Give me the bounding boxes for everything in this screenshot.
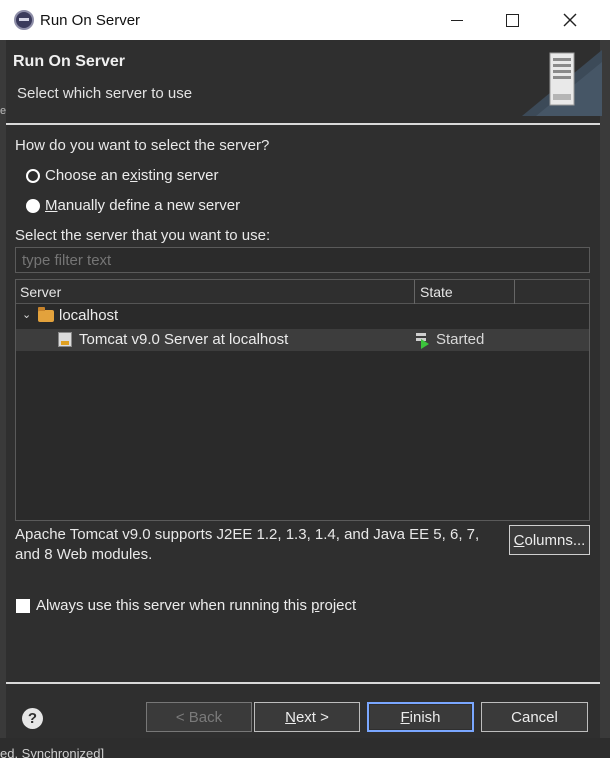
table-row-tomcat[interactable]: Tomcat v9.0 Server at localhost Started <box>16 329 589 351</box>
table-header: Server State <box>16 280 589 304</box>
always-use-checkbox-row[interactable]: Always use this server when running this… <box>16 597 356 614</box>
next-button-label: Next > <box>285 708 329 726</box>
maximize-icon <box>505 13 519 27</box>
window-titlebar[interactable]: Run On Server <box>0 0 610 40</box>
server-description: Apache Tomcat v9.0 supports J2EE 1.2, 1.… <box>15 526 480 563</box>
radio-new-server[interactable]: Manually define a new server <box>26 197 240 214</box>
column-divider[interactable] <box>514 280 515 304</box>
finish-button-label: Finish <box>400 708 441 726</box>
next-button[interactable]: Next > <box>254 702 360 732</box>
always-use-checkbox[interactable] <box>16 598 30 613</box>
help-icon[interactable]: ? <box>22 708 43 729</box>
server-table[interactable]: Server State ⌄ localhost Tomcat v9.0 Ser… <box>15 279 590 521</box>
banner-title: Run On Server <box>13 53 126 70</box>
started-state-icon <box>416 332 429 349</box>
radio-new-label: Manually define a new server <box>45 197 241 214</box>
close-icon <box>563 13 577 27</box>
cancel-button[interactable]: Cancel <box>481 702 588 732</box>
radio-existing-label: Choose an existing server <box>45 167 219 184</box>
radio-button-selected[interactable] <box>26 168 40 183</box>
close-button[interactable] <box>541 0 599 40</box>
table-row-localhost[interactable]: ⌄ localhost <box>16 306 589 328</box>
folder-open-icon <box>38 307 54 322</box>
background-window-right <box>600 40 610 758</box>
back-button[interactable]: < Back <box>146 702 252 732</box>
radio-existing-server[interactable]: Choose an existing server <box>26 167 218 184</box>
server-list-label: Select the server that you want to use: <box>15 227 271 244</box>
column-header-state[interactable]: State <box>420 284 453 300</box>
column-header-server[interactable]: Server <box>20 284 61 300</box>
finish-button[interactable]: Finish <box>367 702 474 732</box>
tomcat-server-icon <box>58 332 72 347</box>
server-group-name: localhost <box>59 307 119 324</box>
minimize-icon <box>451 19 463 21</box>
wizard-content: How do you want to select the server? Ch… <box>6 125 600 681</box>
run-on-server-dialog: Run On Server Select which server to use… <box>6 40 602 738</box>
server-name: Tomcat v9.0 Server at localhost <box>79 331 289 348</box>
columns-button[interactable]: Columns... <box>509 525 590 555</box>
wizard-footer: ? < Back Next > Finish Cancel <box>6 684 600 738</box>
selection-question: How do you want to select the server? <box>15 137 270 154</box>
banner-subtitle: Select which server to use <box>17 85 193 102</box>
wizard-banner: Run On Server Select which server to use <box>6 40 602 125</box>
filter-input[interactable] <box>15 247 590 273</box>
server-wizard-icon <box>522 50 602 116</box>
column-divider[interactable] <box>414 280 415 304</box>
expand-chevron-icon[interactable]: ⌄ <box>22 308 31 321</box>
window-title: Run On Server <box>40 11 141 29</box>
server-state: Started <box>436 331 485 348</box>
maximize-button[interactable] <box>483 0 541 40</box>
always-use-label: Always use this server when running this… <box>36 597 357 614</box>
radio-button-unselected[interactable] <box>26 198 40 213</box>
eclipse-app-icon <box>14 10 34 30</box>
columns-button-label: Columns... <box>513 531 586 549</box>
background-status-bar: ed. Synchronized] <box>0 738 610 758</box>
background-status-text: ed. Synchronized] <box>0 746 105 758</box>
minimize-button[interactable] <box>428 0 486 40</box>
